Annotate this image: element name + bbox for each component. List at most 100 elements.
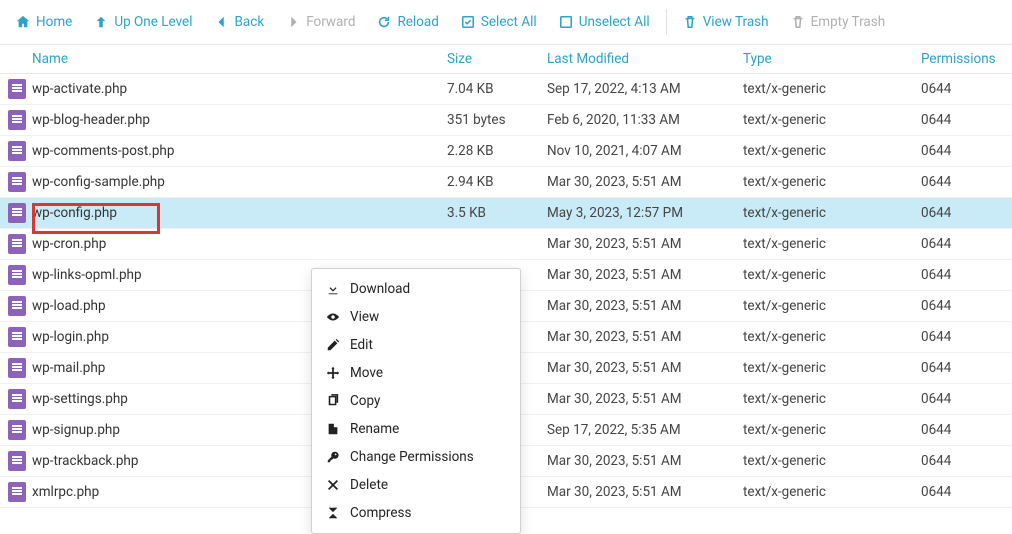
file-icon <box>8 234 26 254</box>
menu-delete[interactable]: Delete <box>312 471 520 499</box>
menu-edit[interactable]: Edit <box>312 331 520 359</box>
view-trash-label: View Trash <box>703 14 769 30</box>
compress-icon <box>326 506 340 520</box>
file-modified: Mar 30, 2023, 5:51 AM <box>547 236 743 252</box>
key-icon <box>326 450 340 464</box>
column-permissions[interactable]: Permissions <box>921 51 1012 67</box>
file-modified: Mar 30, 2023, 5:51 AM <box>547 298 743 314</box>
copy-icon <box>326 394 340 408</box>
file-modified: Mar 30, 2023, 5:51 AM <box>547 360 743 376</box>
menu-copy[interactable]: Copy <box>312 387 520 415</box>
file-permissions: 0644 <box>921 329 1012 345</box>
menu-download[interactable]: Download <box>312 275 520 303</box>
unselect-all-icon <box>559 15 573 29</box>
table-row[interactable]: wp-config-sample.php2.94 KBMar 30, 2023,… <box>0 167 1012 198</box>
menu-copy-label: Copy <box>350 393 380 409</box>
file-name: wp-config-sample.php <box>32 174 447 190</box>
file-size: 351 bytes <box>447 112 547 128</box>
file-permissions: 0644 <box>921 143 1012 159</box>
home-icon <box>16 15 30 29</box>
file-icon <box>8 358 26 378</box>
file-modified: Mar 30, 2023, 5:51 AM <box>547 484 743 500</box>
file-type: text/x-generic <box>743 81 921 97</box>
forward-icon <box>286 15 300 29</box>
file-modified: Mar 30, 2023, 5:51 AM <box>547 391 743 407</box>
file-permissions: 0644 <box>921 112 1012 128</box>
file-type: text/x-generic <box>743 112 921 128</box>
back-label: Back <box>235 14 265 30</box>
file-type: text/x-generic <box>743 391 921 407</box>
column-type[interactable]: Type <box>743 51 921 67</box>
select-all-icon <box>461 15 475 29</box>
unselect-all-button[interactable]: Unselect All <box>549 8 660 36</box>
file-permissions: 0644 <box>921 360 1012 376</box>
file-type: text/x-generic <box>743 360 921 376</box>
empty-trash-label: Empty Trash <box>811 14 886 30</box>
empty-trash-icon <box>791 15 805 29</box>
rename-icon <box>326 422 340 436</box>
file-icon <box>8 110 26 130</box>
table-row[interactable]: wp-cron.phpMar 30, 2023, 5:51 AMtext/x-g… <box>0 229 1012 260</box>
column-modified[interactable]: Last Modified <box>547 51 743 67</box>
file-name: wp-config.php <box>32 205 447 221</box>
file-icon <box>8 389 26 409</box>
column-name[interactable]: Name <box>32 51 447 67</box>
menu-view[interactable]: View <box>312 303 520 331</box>
home-label: Home <box>36 14 72 30</box>
trash-icon <box>683 15 697 29</box>
file-permissions: 0644 <box>921 298 1012 314</box>
menu-change-permissions-label: Change Permissions <box>350 449 474 465</box>
view-trash-button[interactable]: View Trash <box>673 8 779 36</box>
select-all-label: Select All <box>481 14 537 30</box>
file-permissions: 0644 <box>921 205 1012 221</box>
forward-label: Forward <box>306 14 355 30</box>
file-modified: Mar 30, 2023, 5:51 AM <box>547 174 743 190</box>
menu-move-label: Move <box>350 365 383 381</box>
file-modified: Mar 30, 2023, 5:51 AM <box>547 329 743 345</box>
file-size: 2.28 KB <box>447 143 547 159</box>
file-type: text/x-generic <box>743 298 921 314</box>
file-permissions: 0644 <box>921 391 1012 407</box>
reload-label: Reload <box>397 14 438 30</box>
reload-button[interactable]: Reload <box>367 8 448 36</box>
file-size: 3.5 KB <box>447 205 547 221</box>
file-type: text/x-generic <box>743 484 921 500</box>
table-row[interactable]: wp-comments-post.php2.28 KBNov 10, 2021,… <box>0 136 1012 167</box>
file-icon <box>8 296 26 316</box>
menu-change-permissions[interactable]: Change Permissions <box>312 443 520 471</box>
file-modified: Sep 17, 2022, 5:35 AM <box>547 422 743 438</box>
empty-trash-button: Empty Trash <box>781 8 896 36</box>
file-size: 7.04 KB <box>447 81 547 97</box>
file-type: text/x-generic <box>743 267 921 283</box>
unselect-all-label: Unselect All <box>579 14 650 30</box>
up-one-level-button[interactable]: Up One Level <box>84 8 202 36</box>
menu-move[interactable]: Move <box>312 359 520 387</box>
menu-compress[interactable]: Compress <box>312 499 520 527</box>
file-icon <box>8 420 26 440</box>
menu-edit-label: Edit <box>350 337 373 353</box>
menu-rename[interactable]: Rename <box>312 415 520 443</box>
table-row[interactable]: wp-blog-header.php351 bytesFeb 6, 2020, … <box>0 105 1012 136</box>
pencil-icon <box>326 338 340 352</box>
file-type: text/x-generic <box>743 422 921 438</box>
table-row[interactable]: wp-activate.php7.04 KBSep 17, 2022, 4:13… <box>0 74 1012 105</box>
file-icon <box>8 482 26 502</box>
select-all-button[interactable]: Select All <box>451 8 547 36</box>
file-permissions: 0644 <box>921 81 1012 97</box>
table-row[interactable]: wp-config.php3.5 KBMay 3, 2023, 12:57 PM… <box>0 198 1012 229</box>
back-button[interactable]: Back <box>205 8 275 36</box>
content-area: Name Size Last Modified Type Permissions… <box>0 45 1012 508</box>
column-size[interactable]: Size <box>447 51 547 67</box>
back-icon <box>215 15 229 29</box>
home-button[interactable]: Home <box>6 8 82 36</box>
menu-compress-label: Compress <box>350 505 411 521</box>
forward-button: Forward <box>276 8 365 36</box>
file-name: wp-cron.php <box>32 236 447 252</box>
move-icon <box>326 366 340 380</box>
file-type: text/x-generic <box>743 453 921 469</box>
file-icon <box>8 451 26 471</box>
file-modified: Sep 17, 2022, 4:13 AM <box>547 81 743 97</box>
menu-delete-label: Delete <box>350 477 388 493</box>
file-type: text/x-generic <box>743 174 921 190</box>
toolbar-divider <box>666 9 667 35</box>
